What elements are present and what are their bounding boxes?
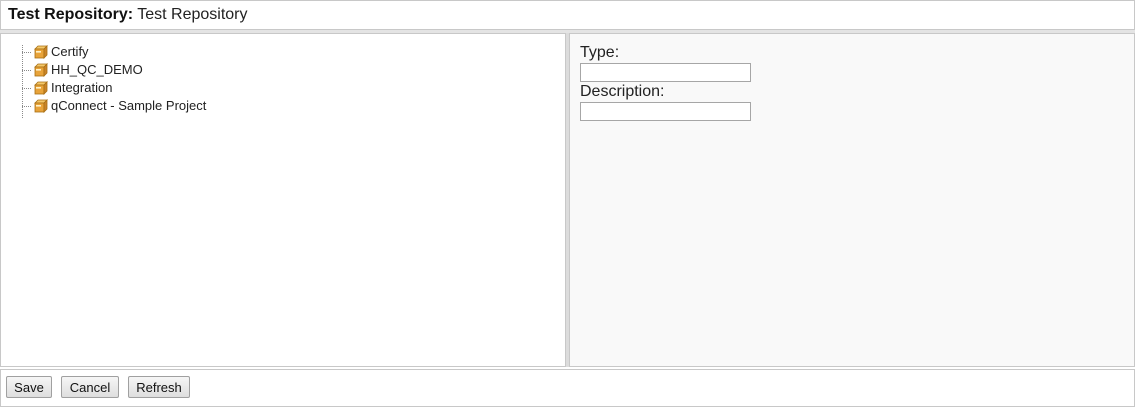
- project-box-icon: [34, 81, 48, 95]
- repository-tree: Certify HH_QC_DEMO Integration qConnect …: [1, 34, 565, 366]
- tree-item-label: HH_QC_DEMO: [51, 62, 143, 77]
- action-bar: Save Cancel Refresh: [0, 369, 1135, 407]
- tree-branch-line: [22, 88, 31, 89]
- project-box-icon: [34, 99, 48, 113]
- cancel-button[interactable]: Cancel: [61, 376, 119, 398]
- tree-item-label: Certify: [51, 44, 89, 59]
- tree-branch-line: [22, 52, 31, 53]
- page-title-value: Test Repository: [137, 6, 248, 23]
- tree-connector-line: [22, 45, 23, 118]
- page-title: Test Repository: Test Repository: [8, 6, 247, 24]
- details-pane: Type: Description:: [569, 33, 1135, 367]
- tree-branch-line: [22, 106, 31, 107]
- repository-tree-pane: Certify HH_QC_DEMO Integration qConnect …: [0, 33, 566, 367]
- page-title-label: Test Repository:: [8, 6, 134, 23]
- refresh-button[interactable]: Refresh: [128, 376, 190, 398]
- description-field[interactable]: [580, 102, 751, 121]
- type-field[interactable]: [580, 63, 751, 82]
- save-button[interactable]: Save: [6, 376, 52, 398]
- project-box-icon: [34, 45, 48, 59]
- tree-branch-line: [22, 70, 31, 71]
- project-box-icon: [34, 63, 48, 77]
- tree-item-label: qConnect - Sample Project: [51, 98, 207, 113]
- tree-item-label: Integration: [51, 80, 113, 95]
- description-label: Description:: [580, 83, 665, 100]
- header-bar: Test Repository: Test Repository: [0, 0, 1135, 30]
- type-label: Type:: [580, 44, 620, 61]
